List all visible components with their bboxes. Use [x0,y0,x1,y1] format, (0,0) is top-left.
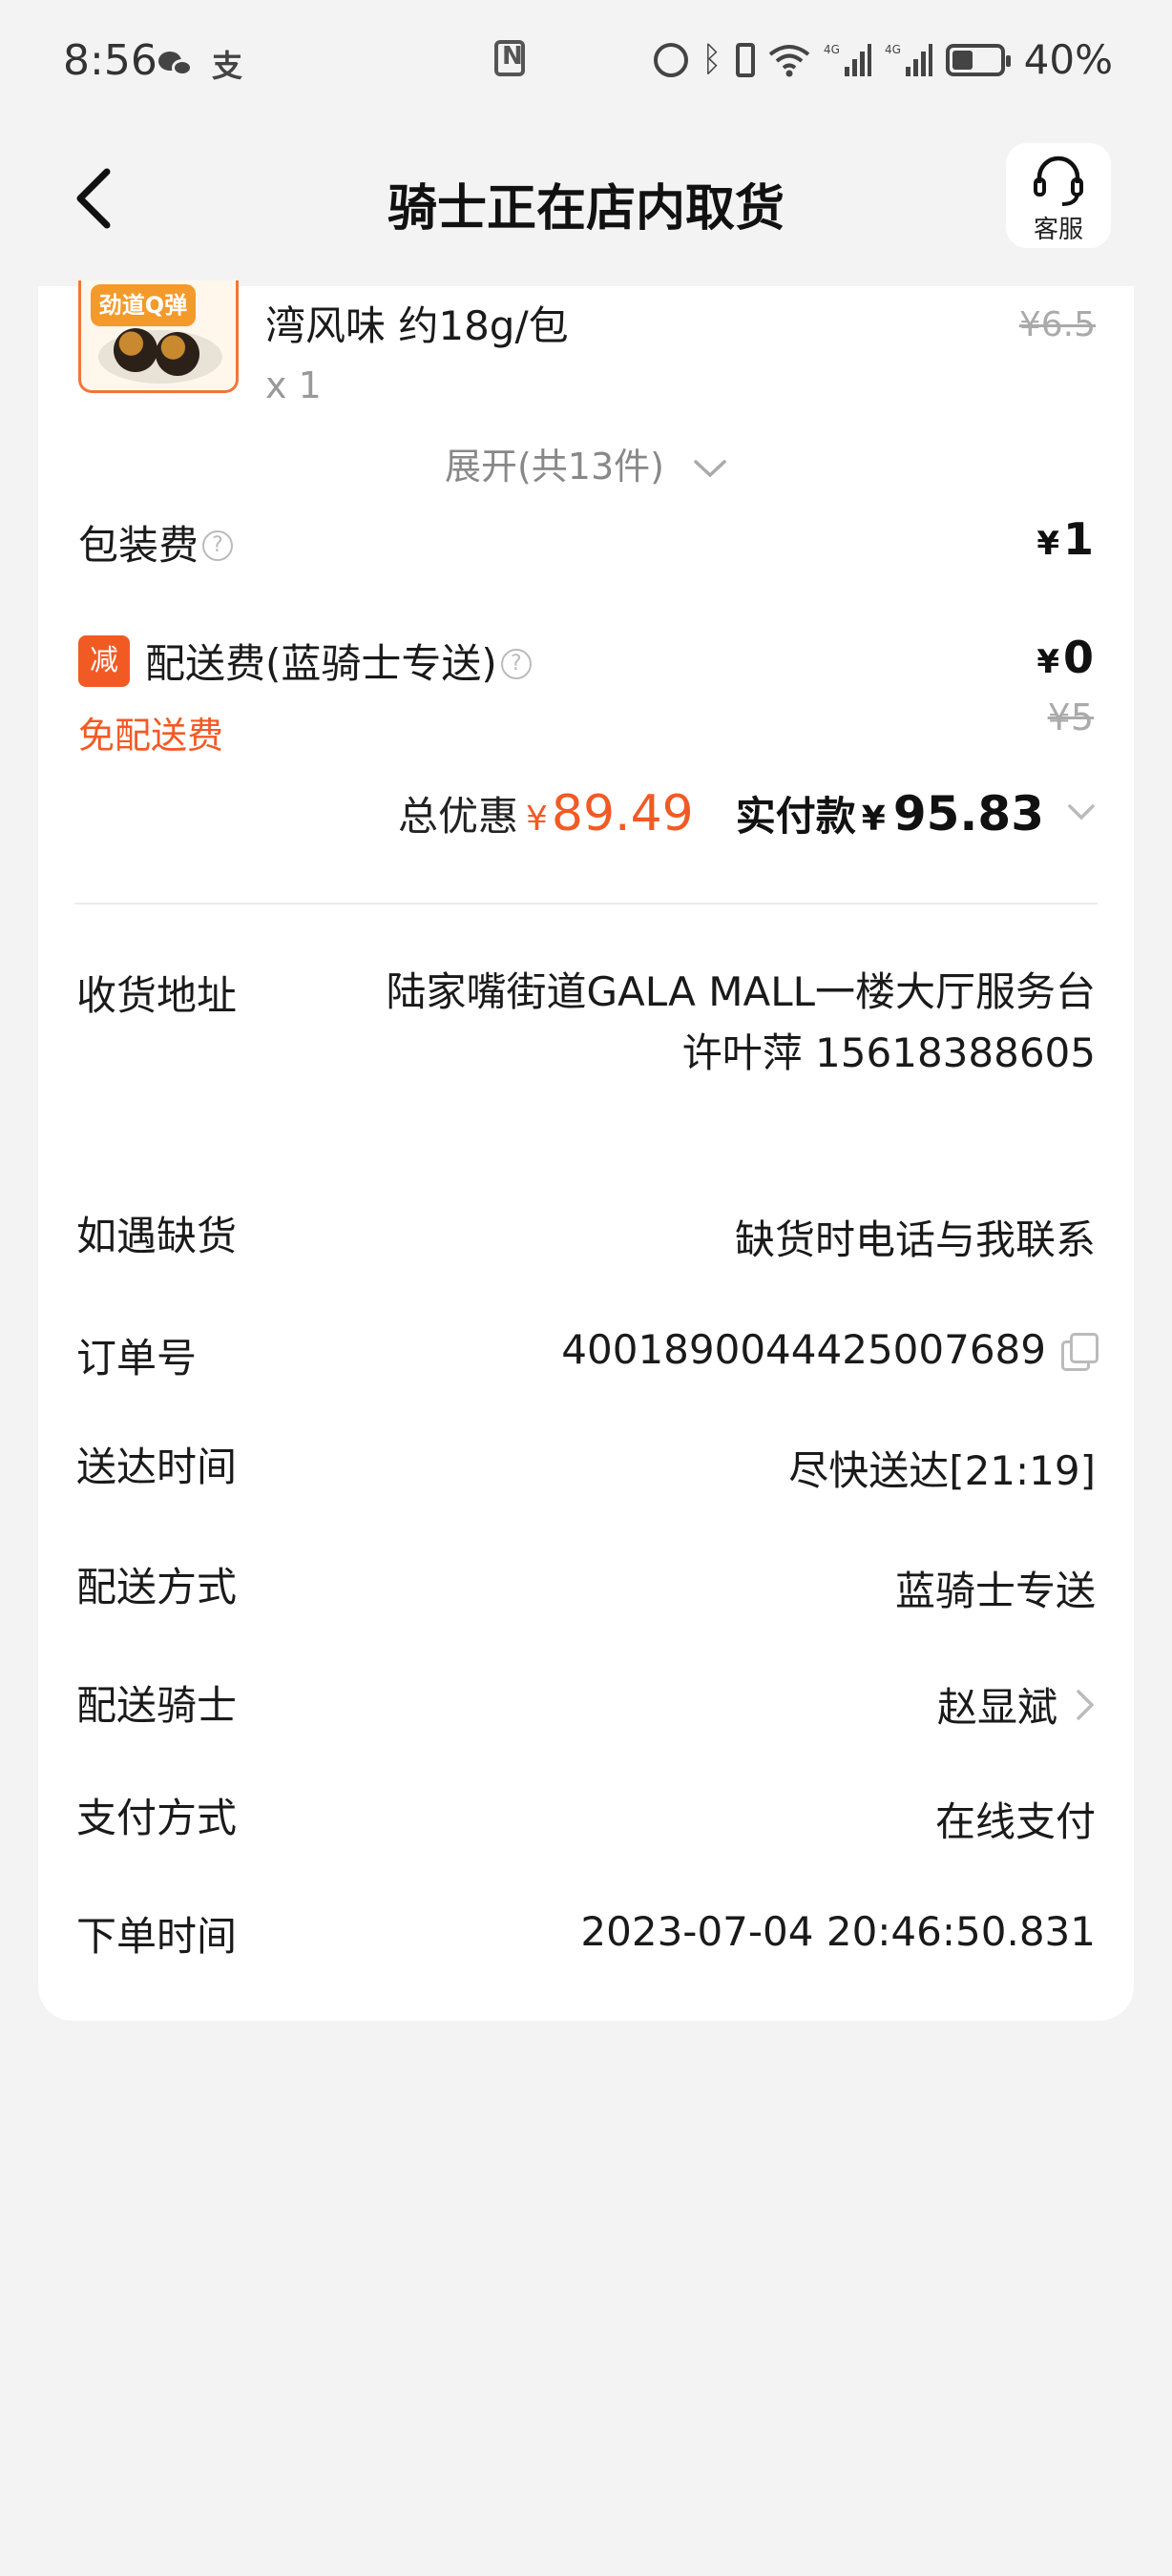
battery-icon [945,43,1011,76]
product-quantity: x 1 [265,364,322,406]
order-number-value: 4001890044425007689 [561,1326,1046,1373]
product-thumbnail[interactable]: 劲道Q弹 [78,280,239,393]
order-summary: 总优惠 ¥89.49 实付款 ¥95.83 [398,784,1096,842]
recipient-contact: 许叶萍 15618388605 [681,1029,1096,1076]
rider-label: 配送骑士 [76,1682,238,1729]
currency-symbol: ¥ [525,800,548,839]
order-number-row: 4001890044425007689 [561,1326,1099,1373]
total-discount-amount: ¥89.49 [526,785,694,842]
total-discount-value: 89.49 [551,785,694,842]
battery-percent: 40% [1023,36,1113,83]
total-discount-label: 总优惠 [397,793,518,840]
delivery-method-label: 配送方式 [76,1564,238,1610]
product-thumbnail-badge: 劲道Q弹 [91,284,196,326]
out-of-stock-value: 缺货时电话与我联系 [734,1216,1096,1263]
order-number-label: 订单号 [76,1335,198,1381]
customer-service-label: 客服 [1033,216,1083,244]
payment-method-value: 在线支付 [934,1798,1096,1845]
status-bar: 8:56 支 ᛒ 4G 4G 40% [0,0,1172,124]
wechat-icon [158,50,195,78]
payment-method-label: 支付方式 [76,1795,238,1841]
address-line: 陆家嘴街道GALA MALL一楼大厅服务台 [386,968,1097,1015]
currency-symbol: ¥ [1036,525,1059,563]
copy-icon[interactable] [1061,1332,1099,1371]
packaging-fee-label: 包装费 [78,522,199,569]
signal-icon-sim1: 4G [824,42,871,78]
egg-graphic [114,328,157,372]
packaging-fee-value: 1 [1062,513,1094,565]
currency-symbol: ¥ [1036,643,1059,681]
status-time: 8:56 [63,36,157,85]
chevron-down-icon [693,446,727,488]
packaging-fee-row: 包装费? [78,513,234,571]
notification-icons: 支 [158,42,242,86]
nfc-icon [494,40,525,76]
paid-amount-value: 95.83 [892,786,1044,841]
order-time-label: 下单时间 [76,1913,238,1960]
expand-items-button[interactable]: 展开(共13件) [38,437,1134,489]
delivery-time-value: 尽快送达[21:19] [788,1447,1096,1494]
packaging-fee-price: ¥1 [1036,513,1094,565]
address-label: 收货地址 [76,972,238,1019]
headset-icon [1034,156,1083,206]
expand-items-label: 展开(共13件) [444,446,664,488]
battery-level-fill [952,50,973,70]
paid-amount-label: 实付款 [735,793,856,840]
delivery-fee-label: 配送费(蓝骑士专送) [145,640,497,687]
egg-graphic [156,332,199,376]
vibrate-icon [735,42,755,77]
currency-symbol: ¥ [861,800,886,839]
delivery-fee-value: 0 [1062,632,1094,683]
page-header: 骑士正在店内取货 客服 [0,134,1172,258]
system-icons: ᛒ 4G 4G 40% [654,36,1113,83]
network-type-label: 4G [824,43,840,56]
rider-row[interactable]: 赵显斌 [937,1675,1096,1734]
discount-badge: 减 [78,635,130,687]
help-icon[interactable]: ? [500,648,532,679]
out-of-stock-label: 如遇缺货 [76,1213,238,1259]
address-value: 陆家嘴街道GALA MALL一楼大厅服务台 许叶萍 15618388605 [370,962,1097,1084]
alipay-icon: 支 [212,48,243,84]
network-type-label: 4G [885,43,901,56]
product-name: 湾风味 约18g/包 [265,302,569,349]
page-title: 骑士正在店内取货 [387,180,785,238]
signal-icon-sim2: 4G [885,42,932,78]
product-original-price: ¥6.5 [1018,305,1096,344]
free-delivery-note: 免配送费 [78,715,224,757]
delivery-fee-price: ¥0 [1036,632,1094,683]
delivery-fee-row: 配送费(蓝骑士专送)? [145,632,532,690]
alarm-icon [654,42,689,77]
delivery-time-label: 送达时间 [76,1444,238,1490]
paid-amount: ¥95.83 [862,786,1044,841]
delivery-method-value: 蓝骑士专送 [894,1568,1096,1614]
customer-service-button[interactable]: 客服 [1006,143,1111,248]
delivery-original-price: ¥5 [1047,696,1094,738]
help-icon[interactable]: ? [202,530,234,561]
wifi-icon [768,43,810,77]
bluetooth-icon: ᛒ [701,39,722,79]
order-detail-card: 劲道Q弹 湾风味 约18g/包 x 1 ¥6.5 展开(共13件) 包装费? ¥… [38,280,1134,2021]
chevron-right-icon [1075,1684,1096,1731]
section-divider [74,903,1098,904]
order-time-value: 2023-07-04 20:46:50.831 [580,1908,1096,1955]
chevron-down-icon[interactable] [1067,802,1096,825]
rider-name: 赵显斌 [936,1684,1057,1731]
